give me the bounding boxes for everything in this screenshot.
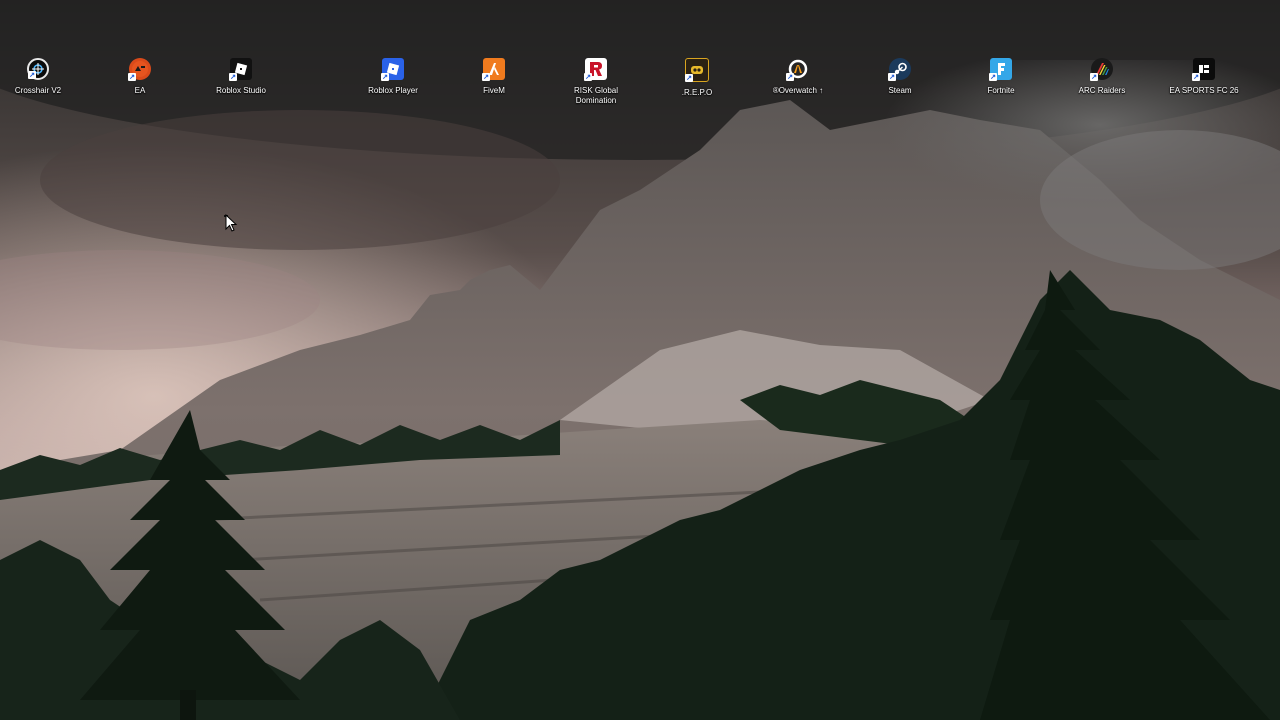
ea-sports-fc-icon: ↗ xyxy=(1192,58,1215,81)
desktop-icon-risk-global-domination[interactable]: ↗ RISK Global Domination xyxy=(554,58,638,106)
shortcut-arrow-icon: ↗ xyxy=(989,73,997,81)
shortcut-arrow-icon: ↗ xyxy=(229,73,237,81)
desktop-icon-grid: ↗ Crosshair V2 ↗ EA ↗ Roblox Studio ↗ Ro… xyxy=(0,0,1280,120)
desktop-icon-roblox-player[interactable]: ↗ Roblox Player xyxy=(351,58,435,96)
desktop-icon-label: RISK Global Domination xyxy=(573,86,619,105)
shortcut-arrow-icon: ↗ xyxy=(128,73,136,81)
desktop-icon-label: ARC Raiders xyxy=(1078,86,1126,95)
desktop-icon-roblox-studio[interactable]: ↗ Roblox Studio xyxy=(199,58,283,96)
desktop-icon-label: ®Overwatch ↑ xyxy=(772,86,824,95)
mouse-cursor-icon xyxy=(224,214,238,232)
steam-icon: ↗ xyxy=(888,58,911,81)
shortcut-arrow-icon: ↗ xyxy=(28,71,36,79)
desktop-icon-label: Fortnite xyxy=(987,86,1015,95)
shortcut-arrow-icon: ↗ xyxy=(685,74,693,82)
roblox-studio-icon: ↗ xyxy=(229,58,252,81)
desktop-icon-label: FiveM xyxy=(483,86,505,95)
repo-icon: ↗ xyxy=(685,58,709,82)
risk-icon: ↗ xyxy=(584,58,607,81)
desktop-icon-steam[interactable]: ↗ Steam xyxy=(858,58,942,96)
shortcut-arrow-icon: ↗ xyxy=(584,73,592,81)
shortcut-arrow-icon: ↗ xyxy=(786,73,794,81)
shortcut-arrow-icon: ↗ xyxy=(482,73,490,81)
crosshair-icon: ↗ xyxy=(27,58,49,80)
desktop-icon-ea-sports-fc-26[interactable]: ↗ EA SPORTS FC 26 xyxy=(1162,58,1246,96)
desktop-icon-ea[interactable]: ↗ EA xyxy=(98,58,182,96)
ea-icon: ↗ xyxy=(128,58,151,81)
desktop-icon-label: EA xyxy=(134,86,146,95)
desktop-icon-fivem[interactable]: ↗ FiveM xyxy=(452,58,536,96)
overwatch-icon: ↗ xyxy=(786,58,809,81)
roblox-player-icon: ↗ xyxy=(381,58,404,81)
desktop-icon-repo[interactable]: ↗ .R.E.P.O xyxy=(655,58,739,98)
desktop-icon-arc-raiders[interactable]: ↗ ARC Raiders xyxy=(1060,58,1144,96)
desktop-icon-label: .R.E.P.O xyxy=(681,88,713,97)
shortcut-arrow-icon: ↗ xyxy=(888,73,896,81)
desktop-icon-overwatch[interactable]: ↗ ®Overwatch ↑ xyxy=(756,58,840,96)
desktop-icon-crosshair-v2[interactable]: ↗ Crosshair V2 xyxy=(0,58,80,96)
fivem-icon: ↗ xyxy=(482,58,505,81)
shortcut-arrow-icon: ↗ xyxy=(1192,73,1200,81)
desktop-icon-label: EA SPORTS FC 26 xyxy=(1169,86,1239,95)
desktop-icon-label: Crosshair V2 xyxy=(14,86,62,95)
fortnite-icon: ↗ xyxy=(989,58,1012,81)
shortcut-arrow-icon: ↗ xyxy=(1090,73,1098,81)
desktop-icon-label: Steam xyxy=(888,86,912,95)
arc-raiders-icon: ↗ xyxy=(1090,58,1113,81)
shortcut-arrow-icon: ↗ xyxy=(381,73,389,81)
desktop-icon-label: Roblox Studio xyxy=(216,86,266,95)
desktop-icon-label: Roblox Player xyxy=(368,86,418,95)
desktop-icon-fortnite[interactable]: ↗ Fortnite xyxy=(959,58,1043,96)
